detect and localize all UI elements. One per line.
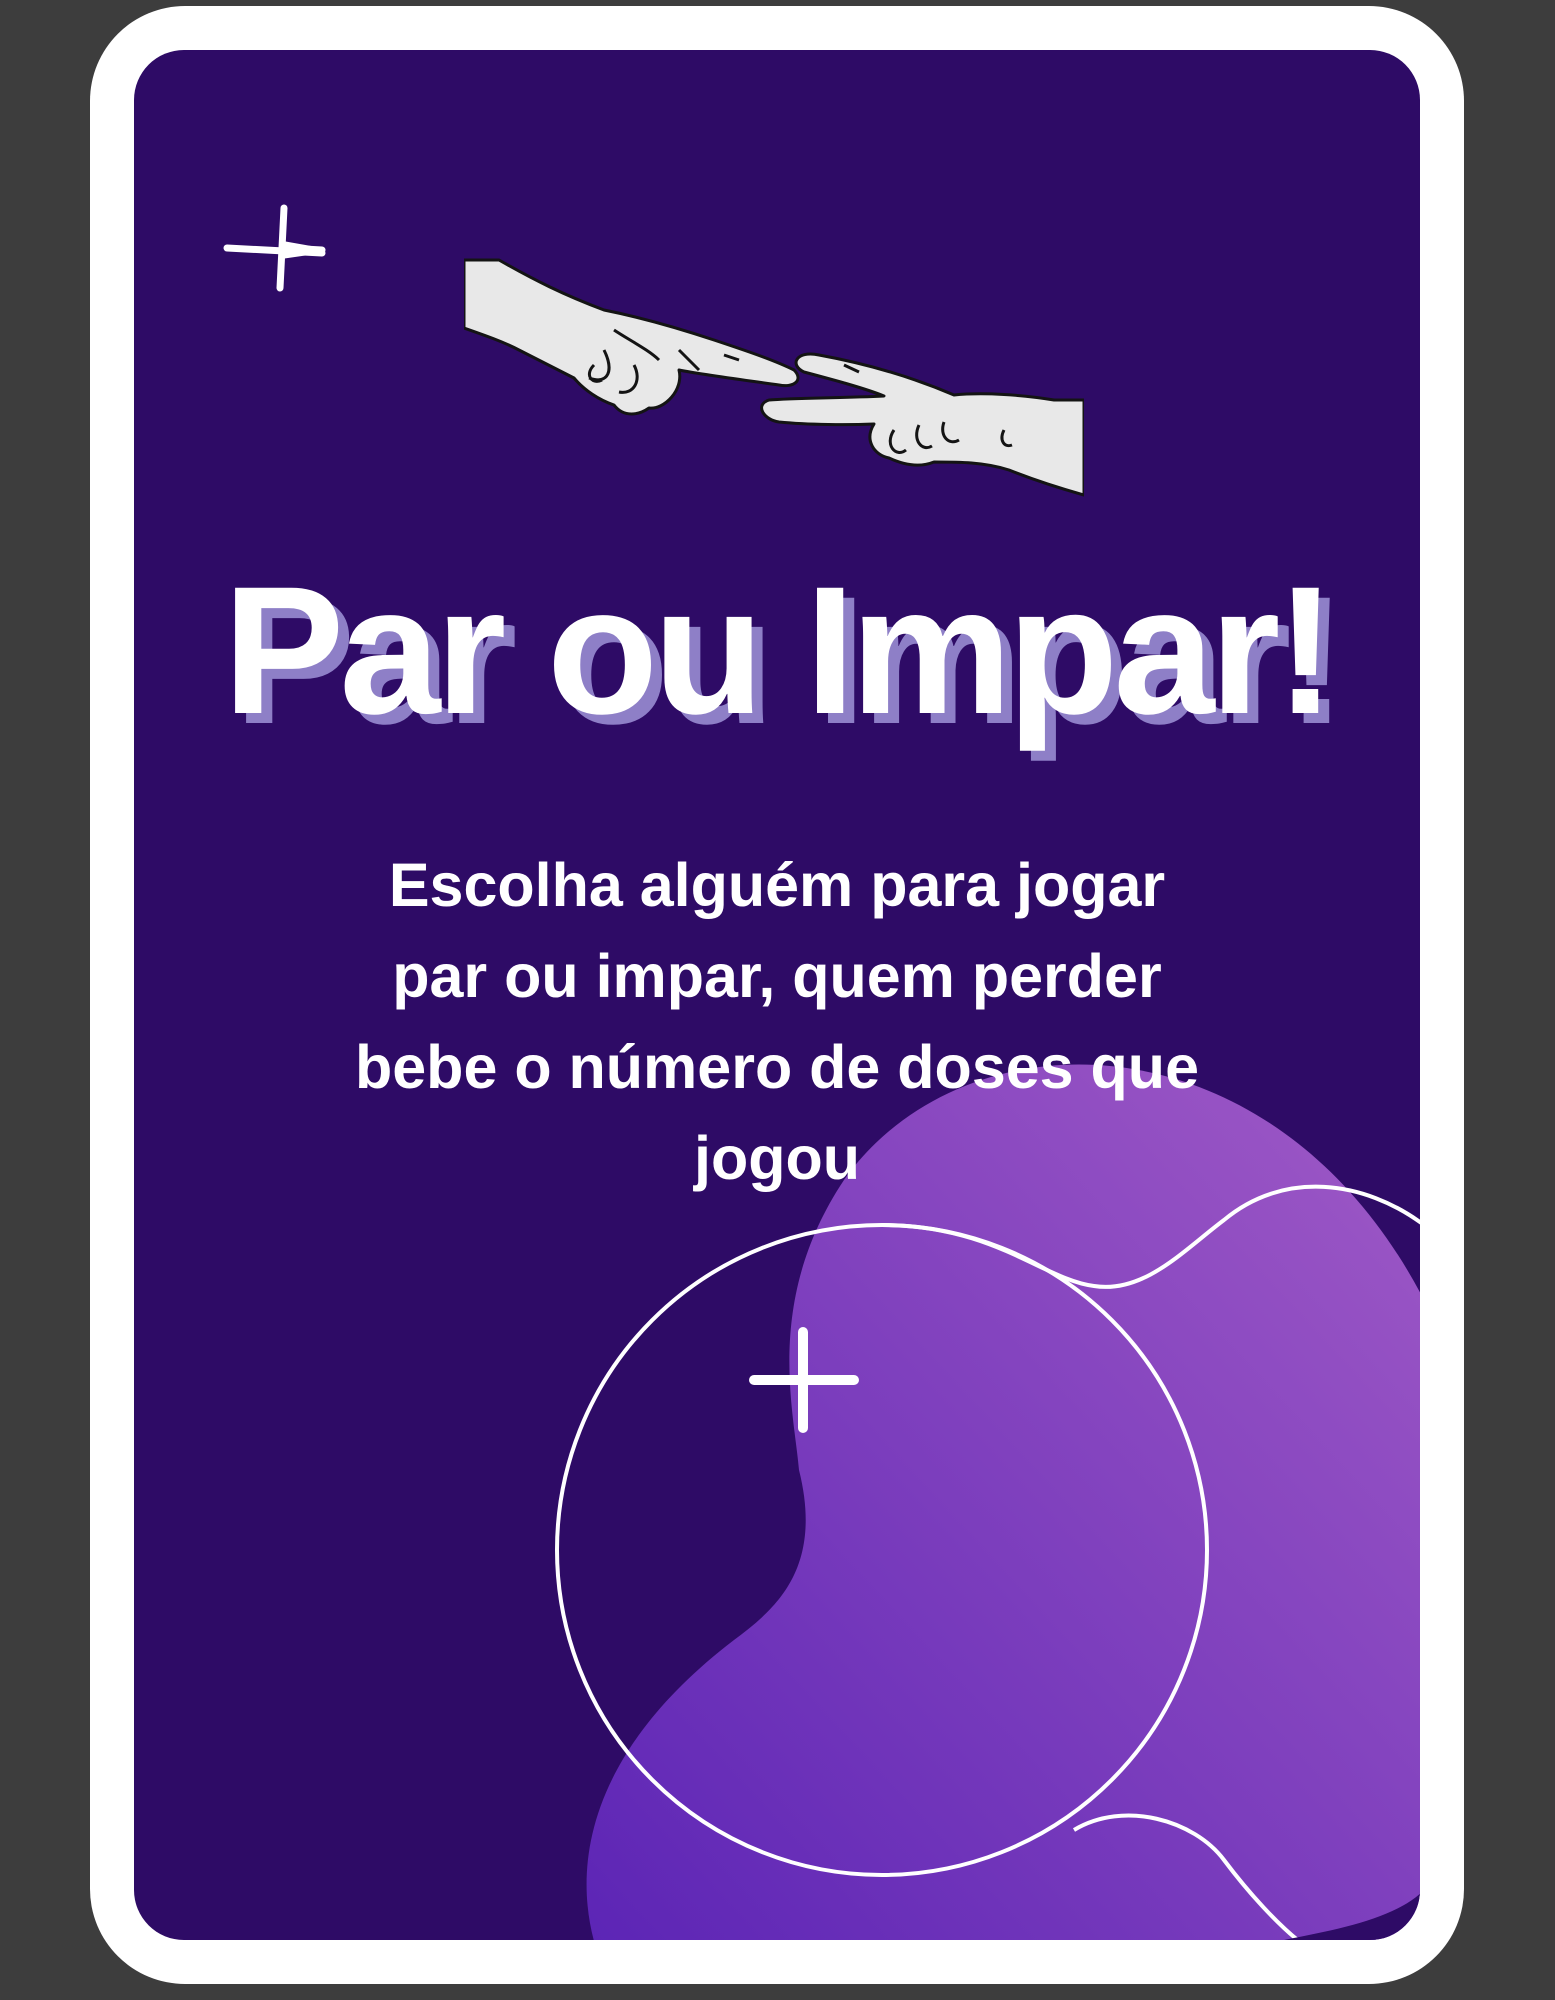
game-card[interactable]: Par ou Impar! Escolha alguém para jogar … — [134, 50, 1420, 1940]
card-title: Par ou Impar! — [222, 548, 1336, 752]
card-description: Escolha alguém para jogar par ou impar, … — [355, 851, 1199, 1192]
sparkle-cross-icon — [223, 204, 326, 292]
pointing-hand-icon — [464, 258, 800, 416]
peace-sign-hand-icon — [760, 352, 1084, 497]
hands-illustration — [464, 258, 1084, 497]
